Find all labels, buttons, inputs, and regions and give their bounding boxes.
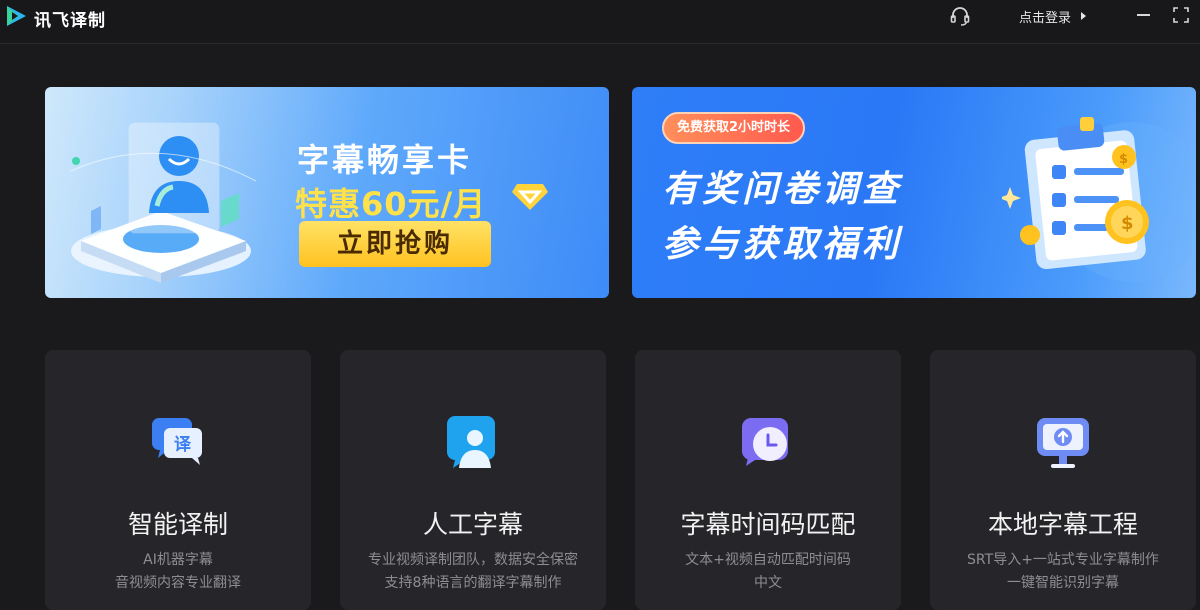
svg-text:$: $ xyxy=(1121,213,1134,234)
title-bar: 讯飞译制 点击登录 xyxy=(0,0,1200,44)
card-description: 专业视频译制团队，数据安全保密 xyxy=(368,552,578,568)
subtitle-card-banner[interactable]: 字幕畅享卡 特惠60元/月 立即抢购 xyxy=(45,87,609,298)
card-human-subtitles[interactable]: 人工字幕 专业视频译制团队，数据安全保密 支持8种语言的翻译字幕制作 xyxy=(340,350,606,610)
card-title: 智能译制 xyxy=(127,510,228,539)
free-hours-badge: 免费获取2小时时长 xyxy=(662,112,806,144)
card-description: 文本+视频自动匹配时间码 xyxy=(685,552,851,568)
card-timecode-matching[interactable]: 字幕时间码匹配 文本+视频自动匹配时间码 中文 xyxy=(635,350,901,610)
svg-text:译: 译 xyxy=(174,435,192,455)
card-description: 一键智能识别字幕 xyxy=(1007,575,1119,591)
card-title: 字幕时间码匹配 xyxy=(680,510,856,539)
survey-subtitle: 参与获取福利 xyxy=(662,224,903,265)
translate-icon: 译 xyxy=(152,418,202,465)
survey-title: 有奖问卷调查 xyxy=(662,169,903,210)
headset-icon[interactable] xyxy=(948,5,972,27)
card-description: 中文 xyxy=(754,575,782,591)
app-logo-icon xyxy=(7,6,26,26)
banner-price: 特惠60元/月 xyxy=(295,185,487,223)
banner-title: 字幕畅享卡 xyxy=(297,141,473,179)
card-description: 支持8种语言的翻译字幕制作 xyxy=(384,575,562,591)
card-description: 音视频内容专业翻译 xyxy=(115,575,241,591)
card-smart-translation[interactable]: 译 智能译制 AI机器字幕 音视频内容专业翻译 xyxy=(45,350,311,610)
diamond-icon xyxy=(512,184,548,210)
minimize-icon[interactable] xyxy=(1137,14,1150,16)
card-description: SRT导入+一站式专业字幕制作 xyxy=(967,552,1159,568)
app-name: 讯飞译制 xyxy=(34,11,106,31)
card-title: 本地字幕工程 xyxy=(987,510,1138,539)
survey-banner[interactable]: 免费获取2小时时长 有奖问卷调查 参与获取福利 $ $ xyxy=(632,87,1196,298)
card-title: 人工字幕 xyxy=(422,510,523,539)
person-icon xyxy=(447,416,495,468)
card-description: AI机器字幕 xyxy=(143,552,213,568)
buy-now-button[interactable]: 立即抢购 xyxy=(299,221,491,267)
svg-text:$: $ xyxy=(1119,152,1128,167)
card-local-subtitle-project[interactable]: 本地字幕工程 SRT导入+一站式专业字幕制作 一键智能识别字幕 xyxy=(930,350,1196,610)
fullscreen-icon[interactable] xyxy=(1173,7,1189,23)
login-button[interactable]: 点击登录 xyxy=(1019,7,1071,26)
clock-icon xyxy=(742,418,788,466)
user-platform-illustration xyxy=(70,122,257,283)
caret-right-icon xyxy=(1081,12,1086,20)
upload-icon xyxy=(1037,418,1089,468)
clipboard-coins-illustration: $ $ xyxy=(1002,117,1192,282)
